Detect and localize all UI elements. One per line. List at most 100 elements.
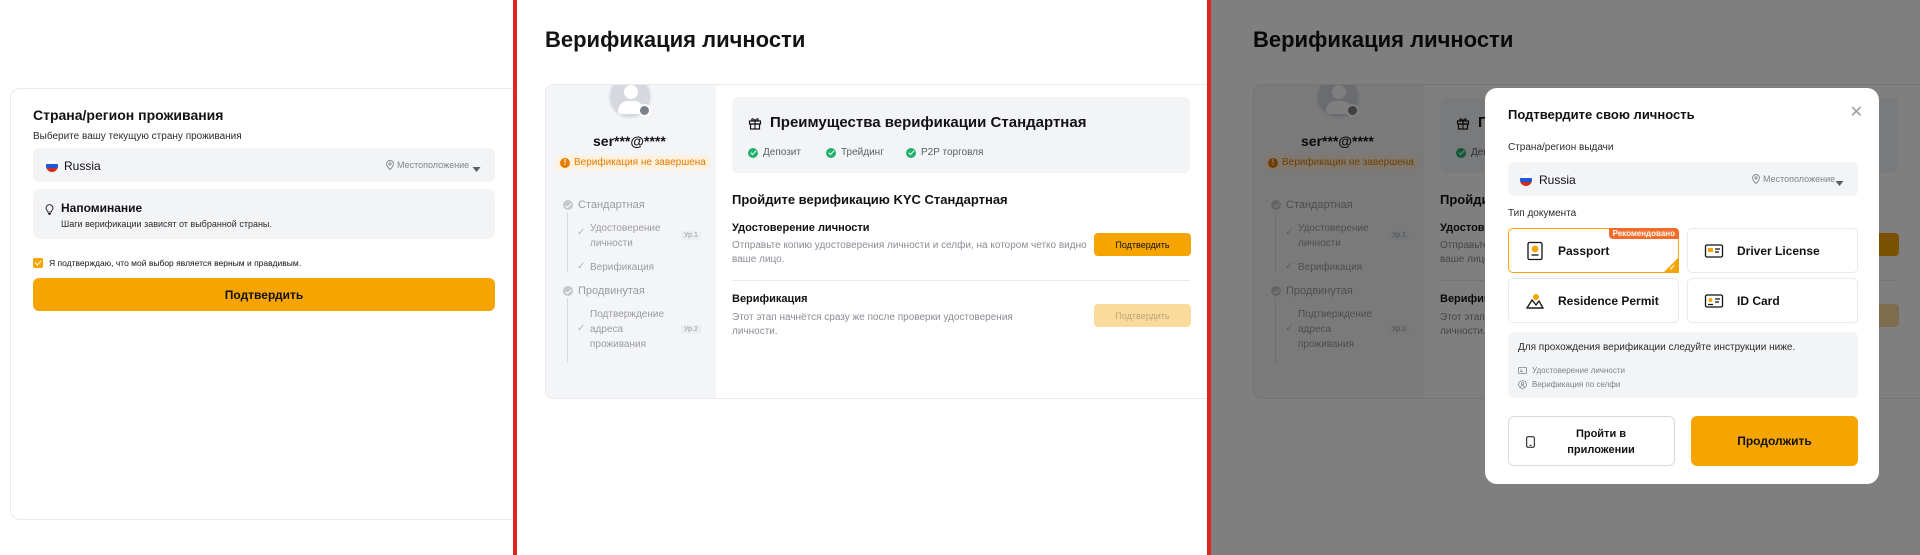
instruction-label: Верификация по селфи <box>1532 380 1621 389</box>
benefits-box: Преимущества верификации Стандартная Деп… <box>732 97 1190 173</box>
location-label: Местоположение <box>1763 174 1836 184</box>
instructions-box: Для прохождения верификации следуйте инс… <box>1508 332 1858 398</box>
confirm-checkbox-label: Я подтверждаю, что мой выбор является ве… <box>49 258 302 268</box>
chevron-down-icon <box>472 160 481 178</box>
substep-check-icon: ✓ <box>577 323 586 334</box>
confirm-checkbox[interactable] <box>33 258 43 268</box>
substep-check-icon: ✓ <box>577 227 586 238</box>
verification-step-desc: Этот этап начнётся сразу же после провер… <box>732 312 1013 337</box>
lightbulb-icon <box>45 202 54 220</box>
instructions-text: Для прохождения верификации следуйте инс… <box>1518 342 1796 353</box>
status-badge: ! Верификация не завершена <box>556 155 710 170</box>
confirm-button[interactable]: Подтвердить <box>33 278 495 311</box>
id-card-small-icon <box>1518 367 1527 374</box>
substep-check-icon: ✓ <box>577 261 586 272</box>
doc-option-driver-license[interactable]: Driver License <box>1687 228 1858 273</box>
level-tag: Ур.1 <box>681 231 701 240</box>
residence-panel: Страна/регион проживания Выберите вашу т… <box>0 0 513 555</box>
level-standard-label: Стандартная <box>578 199 645 211</box>
level-standard: Стандартная <box>563 199 645 211</box>
id-step-title: Удостоверение личности <box>732 222 870 234</box>
status-text: Верификация не завершена <box>574 157 706 168</box>
doc-option-id-card[interactable]: ID Card <box>1687 278 1858 323</box>
kyc-card: ser***@**** ! Верификация не завершена С… <box>545 84 1207 399</box>
benefit-item: Депозит <box>748 147 801 158</box>
substep-address: Подтверждение адреса проживания <box>590 309 665 350</box>
divider <box>732 280 1190 281</box>
step-check-icon <box>563 286 573 296</box>
gift-icon <box>748 117 762 130</box>
doc-label: Driver License <box>1737 244 1820 258</box>
check-circle-icon <box>748 147 758 158</box>
reminder-title: Напоминание <box>61 201 143 215</box>
doc-label: Residence Permit <box>1558 294 1659 308</box>
doc-label: Passport <box>1558 244 1610 258</box>
continue-button[interactable]: Продолжить <box>1691 416 1858 466</box>
location-label: Местоположение <box>397 160 470 170</box>
id-card-icon <box>1704 291 1724 316</box>
page-title: Верификация личности <box>545 27 806 52</box>
residence-subtitle: Выберите вашу текущую страну проживания <box>33 131 242 142</box>
kyc-section-title: Пройдите верификацию KYC Стандартная <box>732 192 1008 207</box>
benefit-item: Трейдинг <box>826 147 884 158</box>
step-connector <box>567 298 568 363</box>
verify-identity-modal: Подтвердите свою личность ✕ Страна/регио… <box>1485 88 1879 484</box>
confirm-checkbox-row[interactable]: Я подтверждаю, что мой выбор является ве… <box>33 258 301 268</box>
benefit-item: P2P торговля <box>906 147 983 158</box>
location-button[interactable]: Местоположение <box>1752 174 1835 184</box>
recommended-badge: Рекомендовано <box>1608 228 1679 239</box>
id-step-desc: Отправьте копию удостоверения личности и… <box>732 240 1087 265</box>
driver-license-icon <box>1704 241 1724 266</box>
reminder-text: Шаги верификации зависят от выбранной ст… <box>61 219 272 229</box>
doc-type-label: Тип документа <box>1508 208 1577 219</box>
russia-flag-icon <box>46 159 58 177</box>
id-confirm-button[interactable]: Подтвердить <box>1094 233 1191 256</box>
country-value: Russia <box>1539 173 1576 187</box>
level-advanced-label: Продвинутая <box>578 285 645 297</box>
verification-step-title: Верификация <box>732 293 808 305</box>
instruction-item: Удостоверение личности <box>1518 366 1625 375</box>
location-pin-icon <box>1752 174 1760 184</box>
reminder-box: Напоминание Шаги верификации зависят от … <box>33 189 495 239</box>
benefits-title-text: Преимущества верификации Стандартная <box>770 114 1087 131</box>
issuer-country-select[interactable]: Russia Местоположение <box>1508 162 1858 196</box>
russia-flag-icon <box>1520 173 1532 191</box>
app-button-label: Пройти в приложении <box>1567 428 1635 456</box>
country-select[interactable]: Russia Местоположение <box>33 148 495 182</box>
verification-confirm-button[interactable]: Подтвердить <box>1094 304 1191 327</box>
kyc-modal-panel: Верификация личности ser***@**** ! Вериф… <box>1211 0 1920 555</box>
substep-verification: Верификация <box>590 262 655 273</box>
doc-label: ID Card <box>1737 294 1780 308</box>
benefit-label: Депозит <box>763 147 801 158</box>
benefits-title: Преимущества верификации Стандартная <box>748 114 1086 131</box>
location-button[interactable]: Местоположение <box>386 160 469 170</box>
location-pin-icon <box>386 160 394 170</box>
continue-in-app-button[interactable]: Пройти в приложении <box>1508 416 1675 466</box>
issuer-label: Страна/регион выдачи <box>1508 142 1614 153</box>
doc-option-residence-permit[interactable]: Residence Permit <box>1508 278 1679 323</box>
step-connector <box>567 212 568 272</box>
country-value: Russia <box>64 159 101 173</box>
check-icon: ✓ <box>1669 263 1676 272</box>
step-check-icon <box>563 200 573 210</box>
phone-icon <box>1526 436 1535 451</box>
instruction-item: Верификация по селфи <box>1518 380 1620 389</box>
residence-permit-icon <box>1525 291 1545 316</box>
check-circle-icon <box>826 147 836 158</box>
chevron-down-icon <box>1835 174 1844 192</box>
selfie-icon <box>1518 380 1527 389</box>
username: ser***@**** <box>593 133 666 149</box>
kyc-panel: Верификация личности ser***@**** ! Вериф… <box>517 0 1207 555</box>
substep-id: Удостоверение личности <box>590 223 661 249</box>
close-icon[interactable]: ✕ <box>1850 102 1863 122</box>
instruction-label: Удостоверение личности <box>1532 366 1625 375</box>
level-advanced: Продвинутая <box>563 285 645 297</box>
residence-title: Страна/регион проживания <box>33 107 224 123</box>
check-circle-icon <box>906 147 916 158</box>
modal-title: Подтвердите свою личность <box>1508 107 1695 122</box>
benefit-label: Трейдинг <box>841 147 884 158</box>
doc-option-passport[interactable]: Passport Рекомендовано ✓ <box>1508 228 1679 273</box>
warning-icon: ! <box>560 157 570 168</box>
level-tag: Ур.2 <box>681 325 701 334</box>
passport-icon <box>1525 241 1545 266</box>
